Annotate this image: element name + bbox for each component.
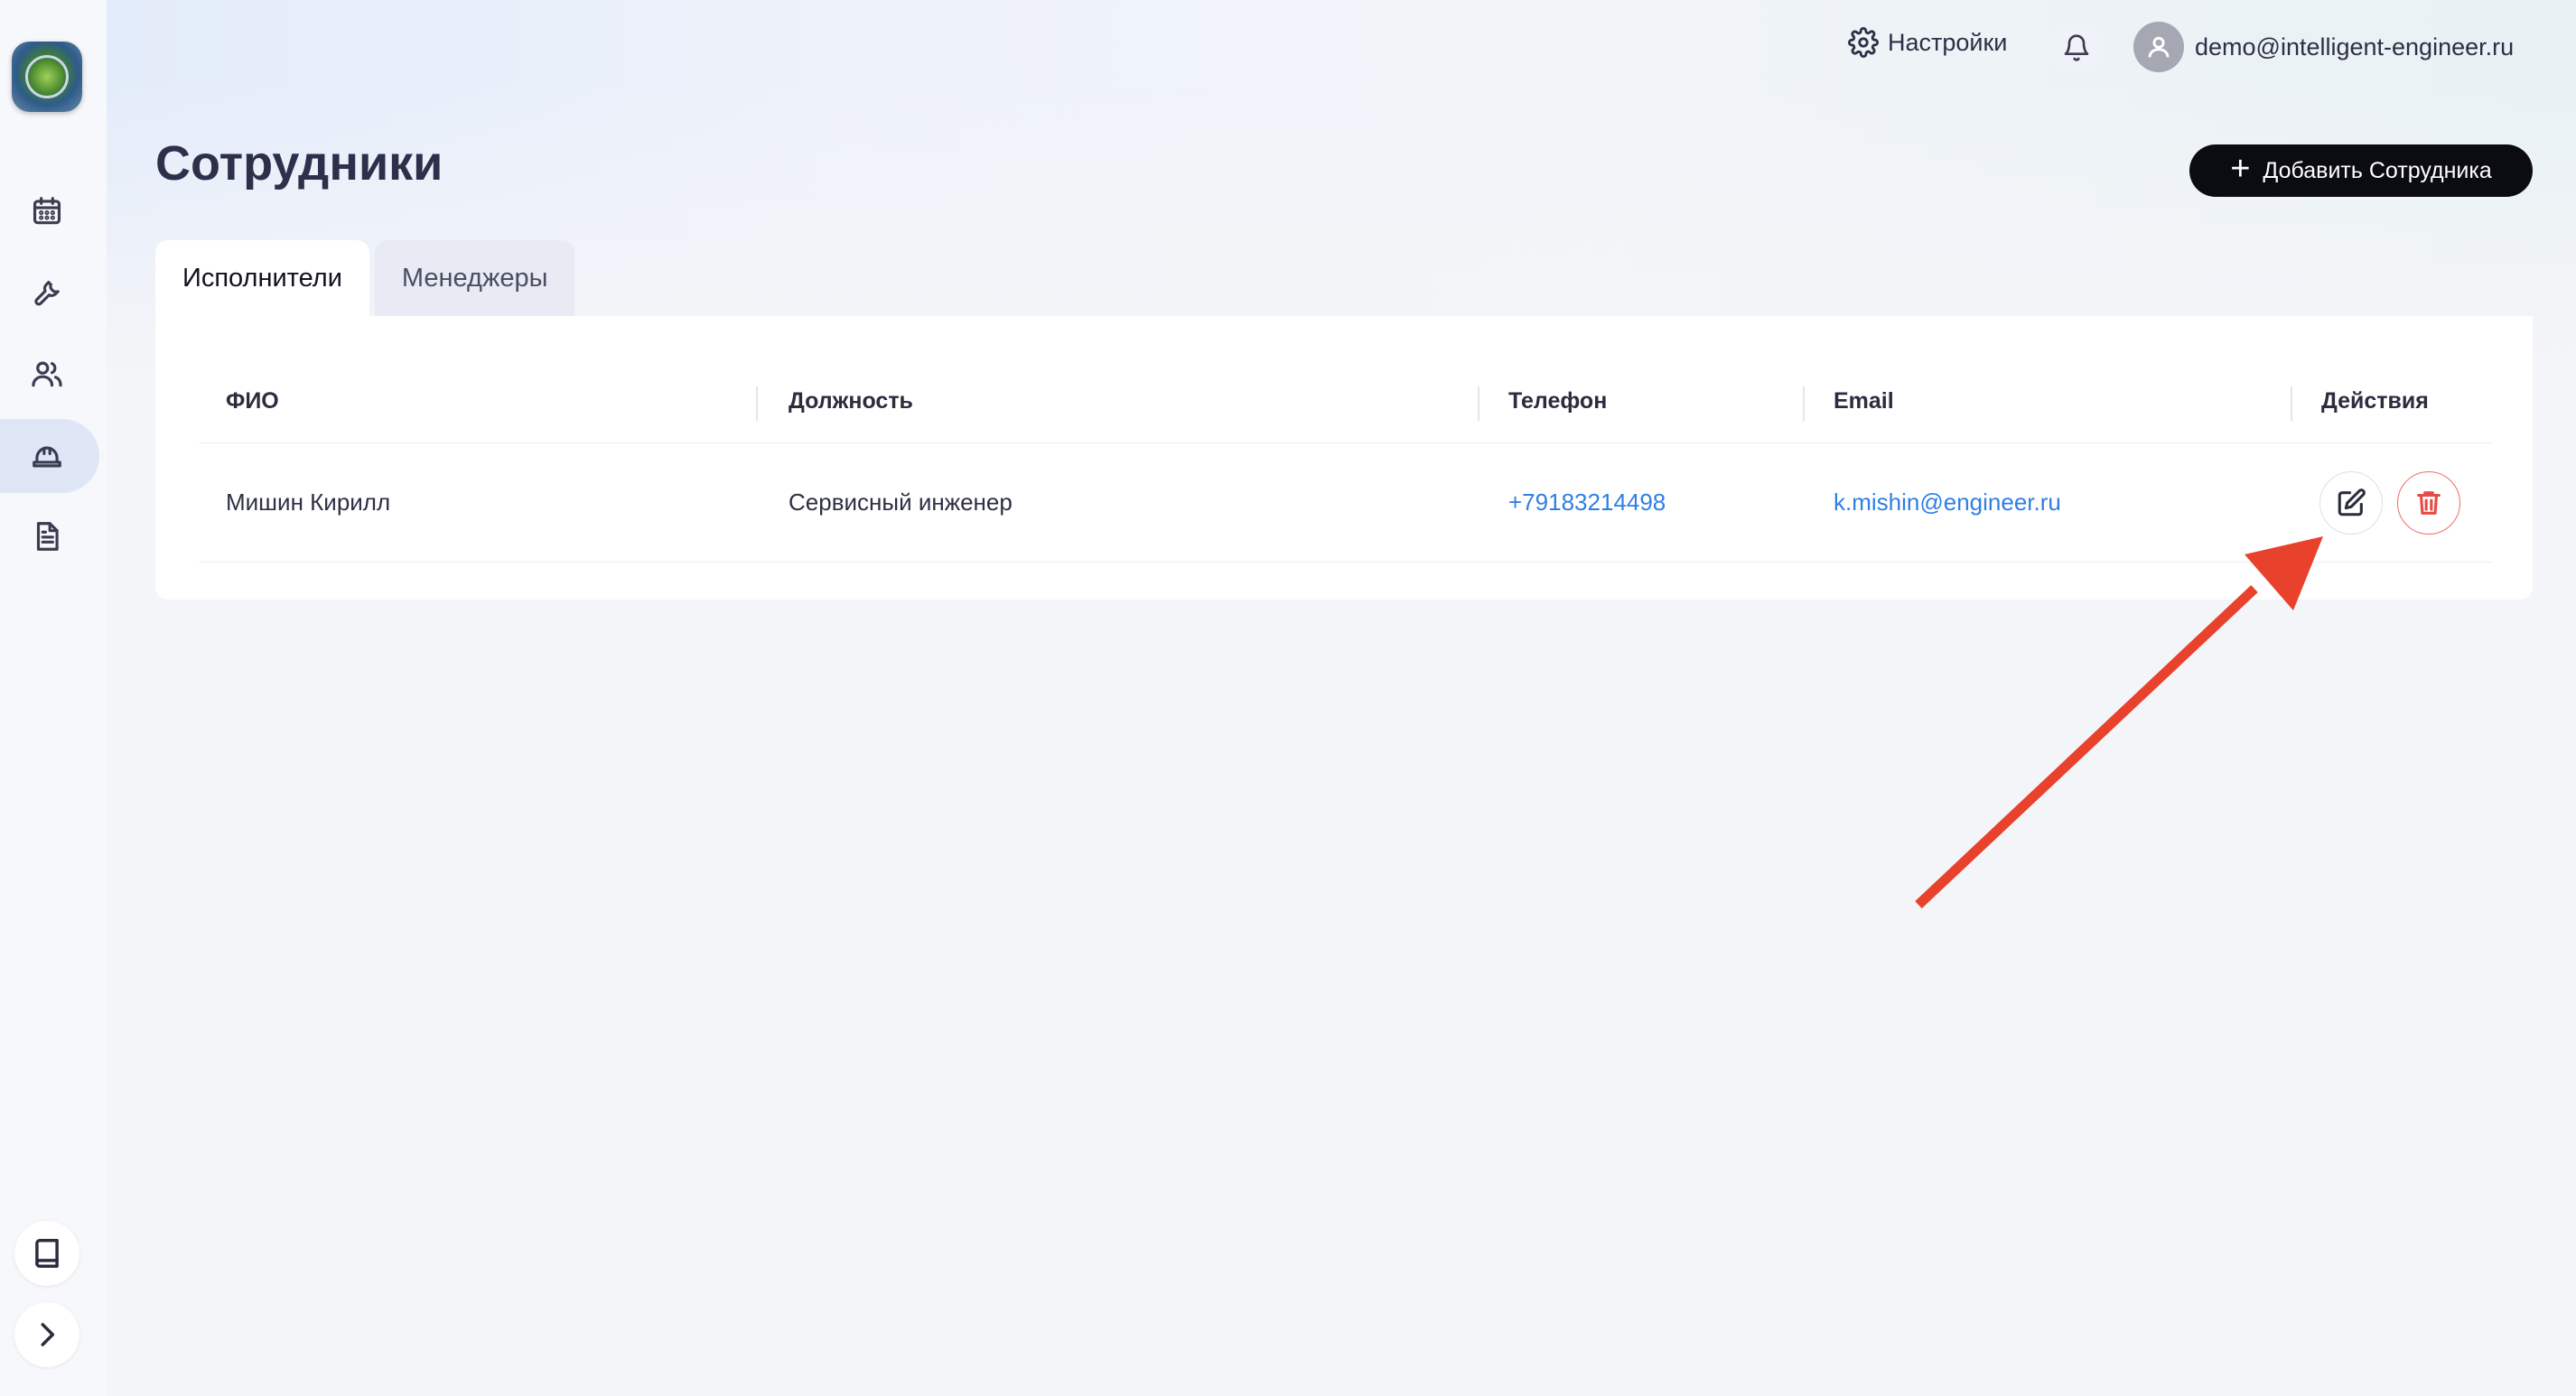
tab-managers[interactable]: Менеджеры: [374, 240, 575, 316]
column-divider: [756, 386, 758, 421]
calendar-icon: [33, 197, 61, 225]
edit-icon: [2338, 489, 2366, 517]
column-header-actions: Действия: [2321, 387, 2429, 414]
plus-icon: +: [2230, 150, 2251, 188]
trash-icon: [2417, 491, 2441, 515]
sidebar-item-clients[interactable]: [27, 354, 67, 394]
sidebar-item-calendar[interactable]: [27, 191, 67, 231]
wrench-icon: [34, 281, 60, 306]
sidebar-item-employees[interactable]: [27, 435, 67, 475]
notifications-button[interactable]: [2050, 22, 2103, 74]
bell-icon: [2064, 34, 2089, 61]
knowledge-base-button[interactable]: [14, 1221, 79, 1286]
tab-executors[interactable]: Исполнители: [155, 240, 369, 316]
add-employee-button[interactable]: + Добавить Сотрудника: [2189, 144, 2533, 197]
add-employee-label: Добавить Сотрудника: [2263, 157, 2492, 183]
gear-icon: [1848, 27, 1879, 58]
user-email: demo@intelligent-engineer.ru: [2195, 33, 2515, 60]
column-divider: [2291, 386, 2292, 421]
book-icon: [35, 1239, 59, 1268]
chevron-right-icon: [41, 1323, 55, 1346]
column-header-name[interactable]: ФИО: [226, 359, 279, 442]
hard-hat-icon: [33, 446, 61, 468]
expand-sidebar-button[interactable]: [14, 1302, 79, 1367]
page-title: Сотрудники: [155, 136, 443, 191]
document-icon: [36, 522, 59, 551]
sidebar-item-services[interactable]: [27, 273, 67, 312]
column-divider: [1803, 386, 1805, 421]
table-header: ФИО Должность Телефон Email Действия: [199, 359, 2493, 443]
avatar: [2133, 22, 2184, 72]
logo-emblem: [25, 55, 69, 98]
user-menu[interactable]: demo@intelligent-engineer.ru: [2133, 22, 2514, 72]
settings-label: Настройки: [1888, 28, 2008, 56]
sidebar: [0, 0, 107, 1396]
app-logo[interactable]: [12, 42, 82, 112]
users-icon: [32, 361, 62, 387]
tabs: Исполнители Менеджеры: [155, 240, 575, 316]
employee-email-link[interactable]: k.mishin@engineer.ru: [1834, 442, 2061, 562]
sidebar-item-documents[interactable]: [27, 517, 67, 556]
user-icon: [2148, 36, 2170, 58]
column-header-phone[interactable]: Телефон: [1508, 359, 1607, 442]
column-header-email[interactable]: Email: [1834, 359, 1894, 442]
employee-position: Сервисный инженер: [789, 488, 1013, 516]
delete-button[interactable]: [2397, 471, 2460, 535]
edit-button[interactable]: [2319, 471, 2383, 535]
table-row[interactable]: Мишин Кирилл Сервисный инженер +79183214…: [199, 442, 2493, 563]
settings-link[interactable]: Настройки: [1848, 27, 2007, 58]
employees-table: ФИО Должность Телефон Email Действия Миш…: [155, 316, 2533, 600]
employee-phone-link[interactable]: +79183214498: [1508, 442, 1666, 562]
employee-name: Мишин Кирилл: [226, 488, 391, 516]
column-divider: [1478, 386, 1479, 421]
column-header-position[interactable]: Должность: [789, 359, 913, 442]
